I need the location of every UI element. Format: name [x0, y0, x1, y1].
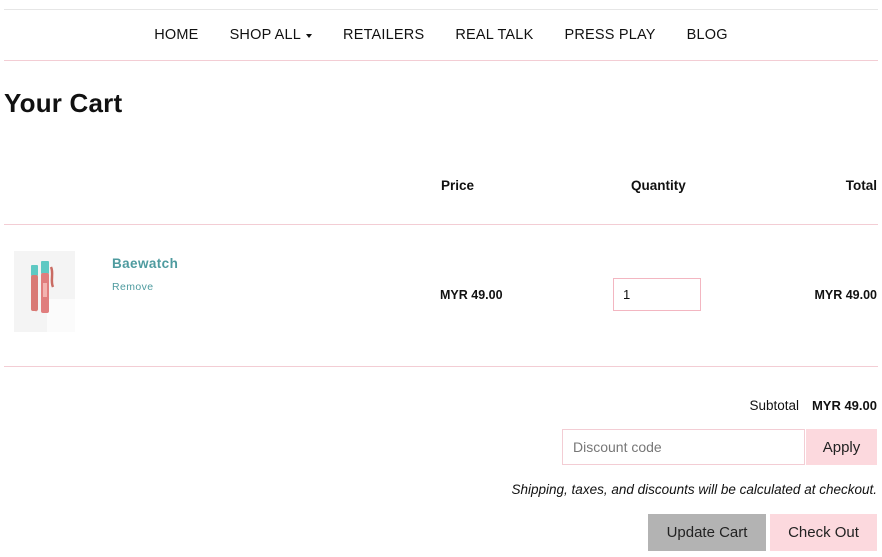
page-title: Your Cart: [4, 88, 123, 118]
product-name-link[interactable]: Baewatch: [112, 256, 178, 271]
header-divider: [4, 224, 878, 225]
total-header: Total: [845, 178, 877, 193]
nav-divider: [4, 60, 878, 61]
caret-down-icon: [306, 33, 313, 38]
price-header: Price: [441, 178, 475, 193]
nav-blog[interactable]: BLOG: [671, 27, 743, 43]
quantity-header: Quantity: [631, 178, 686, 193]
nav-retailers[interactable]: RETAILERS: [328, 27, 440, 43]
nav-press-play-label: PRESS PLAY: [564, 27, 656, 43]
item-total: MYR 49.00: [814, 288, 877, 302]
discount-code-input[interactable]: [562, 429, 805, 465]
quantity-input[interactable]: [613, 278, 701, 311]
nav-home[interactable]: HOME: [139, 27, 214, 43]
nav-home-label: HOME: [154, 27, 199, 43]
nav-real-talk[interactable]: REAL TALK: [440, 27, 549, 43]
nav-blog-label: BLOG: [686, 27, 728, 43]
checkout-button[interactable]: Check Out: [770, 514, 877, 551]
nav-real-talk-label: REAL TALK: [455, 27, 534, 43]
nav-shop-all[interactable]: SHOP ALL: [214, 27, 327, 43]
main-nav: HOME SHOP ALL RETAILERS REAL TALK PRESS …: [4, 10, 878, 60]
row-divider: [4, 366, 878, 367]
nav-retailers-label: RETAILERS: [343, 27, 425, 43]
item-price: MYR 49.00: [440, 288, 503, 302]
lip-gloss-product-image[interactable]: [14, 251, 75, 332]
nav-press-play[interactable]: PRESS PLAY: [549, 27, 671, 43]
remove-link[interactable]: Remove: [112, 281, 154, 293]
checkout-note: Shipping, taxes, and discounts will be c…: [511, 482, 877, 497]
subtotal-label: Subtotal: [749, 398, 799, 413]
nav-shop-all-label: SHOP ALL: [229, 27, 302, 43]
subtotal-value: MYR 49.00: [811, 398, 877, 413]
update-cart-button[interactable]: Update Cart: [648, 514, 766, 551]
apply-discount-button[interactable]: Apply: [806, 429, 877, 465]
